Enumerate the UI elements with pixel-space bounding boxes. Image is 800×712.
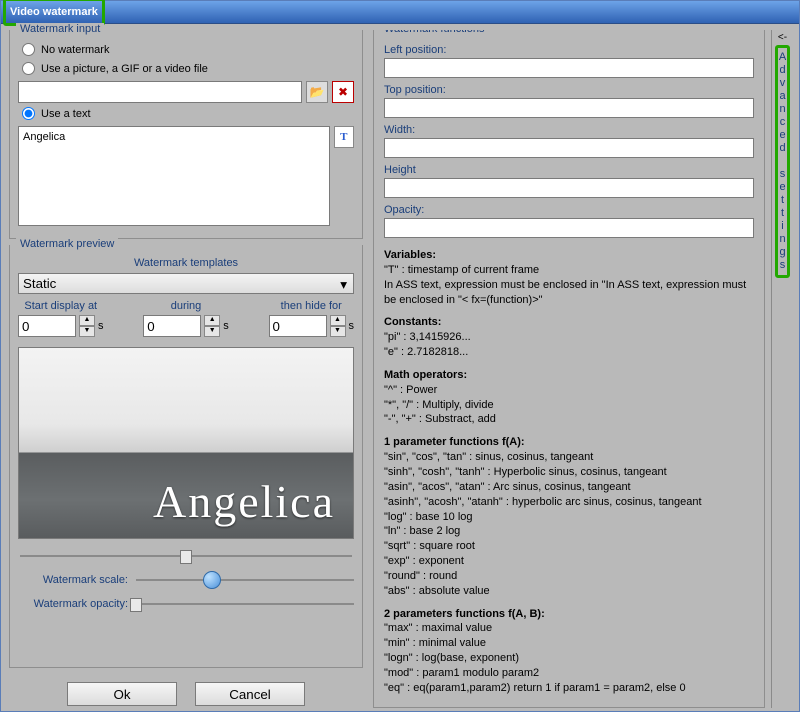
text-icon: T: [340, 131, 347, 143]
width-label: Width:: [384, 124, 754, 136]
templates-label: Watermark templates: [18, 257, 354, 269]
during-up[interactable]: ▲: [204, 315, 220, 326]
opacity-thumb[interactable]: [130, 598, 142, 612]
use-picture-radio[interactable]: [22, 62, 35, 75]
folder-icon: 📂: [310, 85, 325, 99]
watermark-functions-group: Left position: Top position: Width: Heig…: [373, 30, 765, 708]
during-down[interactable]: ▼: [204, 326, 220, 337]
opacity-slider[interactable]: [136, 597, 354, 611]
during-unit: s: [223, 320, 229, 332]
opacity-fn-label: Opacity:: [384, 204, 754, 216]
right-column: Left position: Top position: Width: Heig…: [371, 24, 799, 712]
preview-watermark-text: Angelica: [135, 465, 353, 538]
use-text-label: Use a text: [41, 108, 91, 120]
clear-file-button[interactable]: ✖: [332, 81, 354, 103]
advanced-settings-label: Advanced settings: [775, 45, 790, 278]
text-style-button[interactable]: T: [334, 126, 355, 148]
functions-doc: Variables: "T" : timestamp of current fr…: [384, 248, 754, 696]
scale-slider[interactable]: [136, 573, 354, 587]
preview-image: Angelica: [18, 347, 354, 539]
top-position-input[interactable]: [384, 98, 754, 118]
delete-icon: ✖: [338, 85, 348, 99]
opacity-label: Watermark opacity:: [18, 598, 128, 610]
hide-unit: s: [349, 320, 355, 332]
hide-down[interactable]: ▼: [330, 326, 346, 337]
use-text-radio[interactable]: [22, 107, 35, 120]
picture-path-input[interactable]: [18, 81, 302, 103]
start-down[interactable]: ▼: [79, 326, 95, 337]
start-display-label: Start display at: [24, 300, 97, 312]
watermark-text-input[interactable]: [18, 126, 330, 226]
collapse-arrow-icon: <-: [778, 32, 787, 43]
width-input[interactable]: [384, 138, 754, 158]
height-label: Height: [384, 164, 754, 176]
hide-input[interactable]: [269, 315, 327, 337]
left-position-input[interactable]: [384, 58, 754, 78]
left-position-label: Left position:: [384, 44, 754, 56]
start-display-input[interactable]: [18, 315, 76, 337]
watermark-preview-group: Watermark templates Static Start display…: [9, 245, 363, 668]
height-input[interactable]: [384, 178, 754, 198]
titlebar[interactable]: Video watermark: [1, 1, 799, 24]
watermark-input-group: No watermark Use a picture, a GIF or a v…: [9, 30, 363, 239]
left-column: No watermark Use a picture, a GIF or a v…: [1, 24, 371, 712]
browse-file-button[interactable]: 📂: [306, 81, 328, 103]
no-watermark-radio[interactable]: [22, 43, 35, 56]
hide-up[interactable]: ▲: [330, 315, 346, 326]
ok-button[interactable]: Ok: [67, 682, 177, 706]
advanced-settings-panel[interactable]: <- Advanced settings: [771, 30, 793, 708]
top-position-label: Top position:: [384, 84, 754, 96]
during-label: during: [171, 300, 202, 312]
scale-knob[interactable]: [203, 571, 221, 589]
scale-label: Watermark scale:: [18, 574, 128, 586]
during-input[interactable]: [143, 315, 201, 337]
cancel-button[interactable]: Cancel: [195, 682, 305, 706]
no-watermark-label: No watermark: [41, 44, 109, 56]
use-picture-label: Use a picture, a GIF or a video file: [41, 63, 208, 75]
start-unit: s: [98, 320, 104, 332]
start-up[interactable]: ▲: [79, 315, 95, 326]
template-select[interactable]: Static: [18, 273, 354, 294]
hide-label: then hide for: [281, 300, 342, 312]
slider-thumb[interactable]: [180, 550, 192, 564]
video-watermark-window: Video watermark No watermark Use a pictu…: [0, 0, 800, 712]
opacity-fn-input[interactable]: [384, 218, 754, 238]
preview-position-slider[interactable]: [20, 549, 352, 563]
